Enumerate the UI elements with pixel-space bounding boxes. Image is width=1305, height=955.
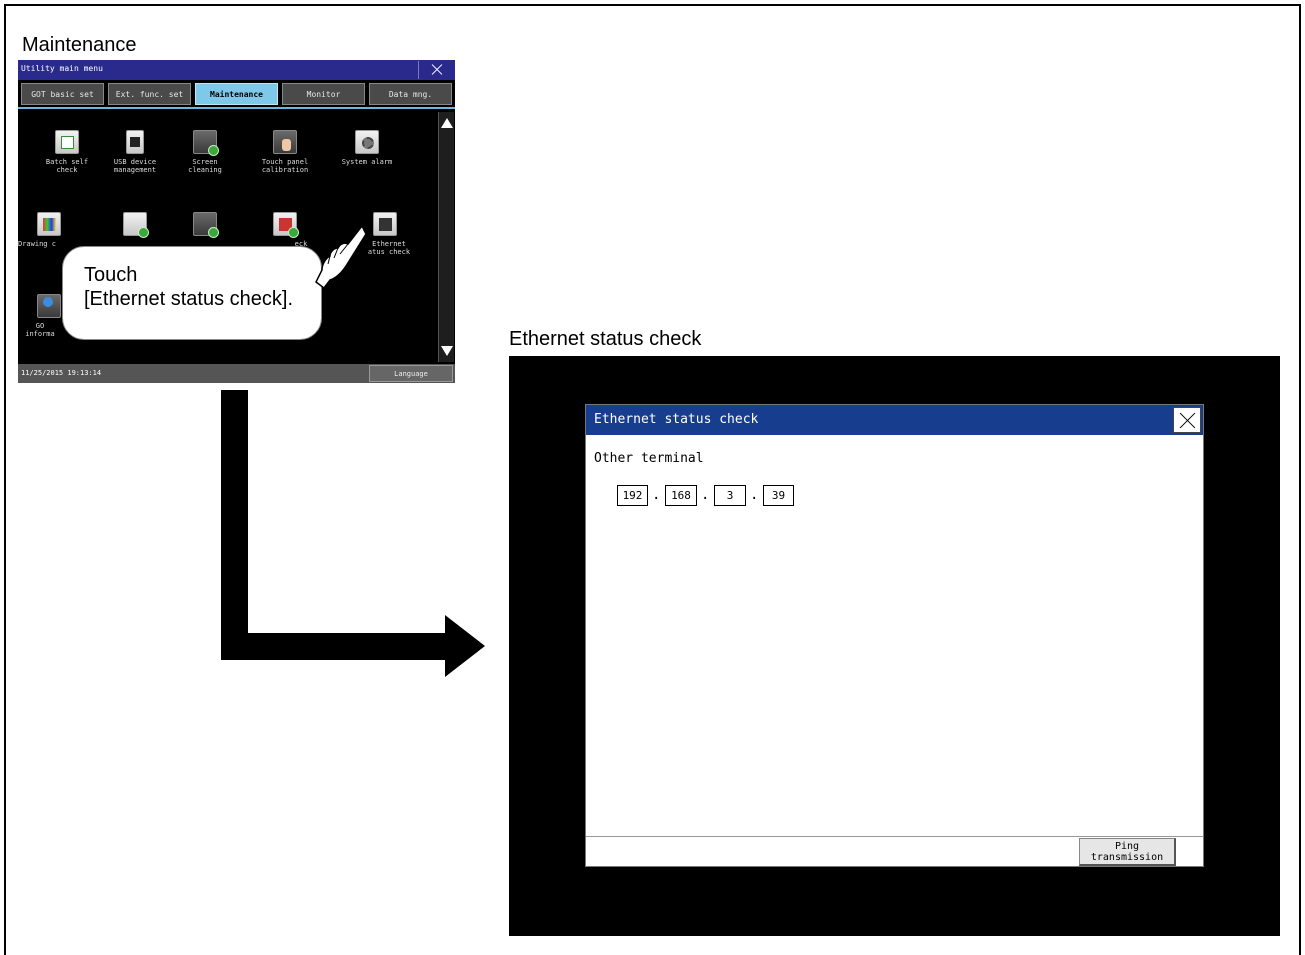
touch-calibration-icon xyxy=(273,130,297,154)
memory-check-icon xyxy=(273,212,299,238)
ip-dot: . xyxy=(750,487,759,503)
screen-cleaning-button[interactable]: Screen cleaning xyxy=(174,130,234,190)
drawing-check-icon xyxy=(37,212,61,236)
ip-octet-2[interactable]: 168 xyxy=(665,485,697,506)
utility-title-bar: Utility main menu xyxy=(18,60,455,80)
touch-panel-calibration-button[interactable]: Touch panel calibration xyxy=(254,130,314,190)
ip-octet-3[interactable]: 3 xyxy=(714,485,746,506)
arrow-right-icon xyxy=(445,615,485,677)
tab-maintenance[interactable]: Maintenance xyxy=(195,83,278,105)
datetime: 11/25/2015 19:13:14 xyxy=(21,369,102,377)
callout-text: Touch [Ethernet status check]. xyxy=(84,264,293,310)
icon-label: GO informa xyxy=(25,322,55,338)
dialog-title-bar: Ethernet status check xyxy=(586,405,1203,435)
ip-octet-1[interactable]: 192 xyxy=(617,485,648,506)
utility-tabs: GOT basic set Ext. func. set Maintenance… xyxy=(18,81,455,109)
icon-label: Touch panel calibration xyxy=(261,158,309,174)
flow-arrow-shaft xyxy=(221,390,248,660)
checklist-icon xyxy=(55,130,79,154)
copy-check-icon xyxy=(123,212,149,238)
system-alarm-button[interactable]: System alarm xyxy=(336,130,396,190)
ethernet-status-dialog: Ethernet status check Other terminal 192… xyxy=(585,404,1204,867)
tab-underline xyxy=(18,107,455,109)
ping-transmission-button[interactable]: Ping transmission xyxy=(1079,838,1176,866)
close-icon[interactable] xyxy=(418,61,454,79)
icon-label: USB device management xyxy=(113,158,157,174)
tab-ext-func-set[interactable]: Ext. func. set xyxy=(108,83,191,105)
scroll-up-icon[interactable] xyxy=(441,118,453,128)
icon-label: System alarm xyxy=(341,158,393,166)
ip-dot: . xyxy=(652,487,661,503)
pointing-hand-icon xyxy=(315,224,367,290)
usb-icon xyxy=(126,130,144,154)
close-icon[interactable] xyxy=(1173,407,1201,433)
info-icon xyxy=(37,294,61,318)
scrollbar[interactable] xyxy=(438,112,454,362)
icon-label: Drawing c xyxy=(18,240,56,248)
language-button[interactable]: Language xyxy=(369,365,453,382)
maintenance-caption: Maintenance xyxy=(22,34,137,56)
icon-label: Screen cleaning xyxy=(188,158,222,174)
icon-label: Batch self check xyxy=(45,158,89,174)
ip-octet-4[interactable]: 39 xyxy=(763,485,794,506)
scroll-down-icon[interactable] xyxy=(441,346,453,356)
screen-cleaning-icon xyxy=(193,130,219,156)
flow-arrow-shaft-horizontal xyxy=(221,633,451,660)
divider xyxy=(586,836,1203,837)
ip-dot: . xyxy=(701,487,710,503)
tab-got-basic-set[interactable]: GOT basic set xyxy=(21,83,104,105)
dialog-title: Ethernet status check xyxy=(594,412,759,427)
batch-self-check-button[interactable]: Batch self check xyxy=(36,130,96,190)
utility-title: Utility main menu xyxy=(21,64,103,73)
usb-device-management-button[interactable]: USB device management xyxy=(104,130,164,190)
tab-monitor[interactable]: Monitor xyxy=(282,83,365,105)
system-alarm-icon xyxy=(355,130,379,154)
touch-check-icon xyxy=(193,212,219,238)
ethernet-caption: Ethernet status check xyxy=(509,328,702,350)
other-terminal-label: Other terminal xyxy=(594,451,704,466)
tab-data-mng[interactable]: Data mng. xyxy=(369,83,452,105)
ethernet-icon xyxy=(373,212,397,236)
status-bar: 11/25/2015 19:13:14 Language xyxy=(18,364,455,383)
